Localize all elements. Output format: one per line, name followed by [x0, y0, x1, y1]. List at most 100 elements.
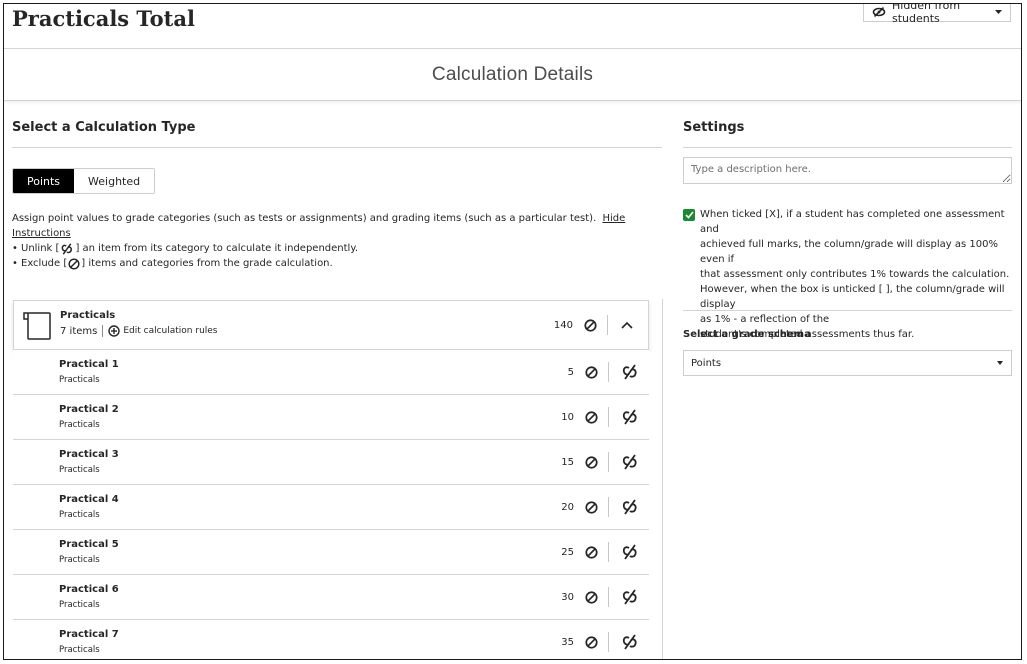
grade-item-list: Practicals 7 items Edit calculation rule…: [13, 300, 649, 659]
item-category: Practicals: [59, 375, 100, 385]
chevron-up-icon: [621, 321, 633, 329]
exclude-icon: [584, 455, 598, 469]
grade-item-row: Practical 2 Practicals 10: [13, 395, 649, 440]
unlink-icon: [622, 364, 637, 380]
item-actions: 10: [534, 395, 643, 439]
action-divider: [608, 407, 609, 427]
caret-down-icon: [997, 361, 1003, 365]
exclude-icon: [584, 545, 598, 559]
settings-panel: Settings When ticked [X], if a student h…: [683, 101, 1012, 659]
item-points: 30: [561, 591, 574, 603]
category-meta: 7 items Edit calculation rules: [60, 325, 218, 337]
full-marks-checkbox[interactable]: [683, 209, 695, 221]
item-actions: 25: [534, 530, 643, 574]
description-input[interactable]: [683, 157, 1012, 184]
action-divider: [608, 362, 609, 382]
instructions-text: Assign point values to grade categories …: [12, 213, 597, 224]
section-title: Calculation Details: [431, 63, 594, 85]
weighted-type-button[interactable]: Weighted: [74, 169, 155, 193]
full-marks-description: When ticked [X], if a student has comple…: [700, 209, 1010, 340]
exclude-item-button[interactable]: [578, 494, 604, 520]
grade-item-row: Practical 3 Practicals 15: [13, 440, 649, 485]
item-name: Practical 4: [59, 494, 119, 505]
exclude-icon: [583, 318, 597, 332]
exclude-item-button[interactable]: [578, 584, 604, 610]
divider: [683, 147, 1012, 148]
action-divider: [608, 542, 609, 562]
plus-circle-icon: [108, 325, 121, 337]
unlink-item-button[interactable]: [617, 539, 643, 565]
grade-item-row: Practical 4 Practicals 20: [13, 485, 649, 530]
unlink-icon: [622, 589, 637, 605]
item-points: 25: [561, 546, 574, 558]
settings-title: Settings: [683, 120, 745, 135]
grade-item-row: Practical 5 Practicals 25: [13, 530, 649, 575]
divider: [12, 147, 662, 148]
item-name: Practical 1: [59, 359, 119, 370]
item-category: Practicals: [59, 465, 100, 475]
item-category: Practicals: [59, 600, 100, 610]
exclude-item-button[interactable]: [578, 539, 604, 565]
item-actions: 30: [534, 575, 643, 619]
caret-down-icon: [995, 9, 1002, 14]
items-container: Practical 1 Practicals 5 Practical 2 Pra…: [13, 350, 649, 659]
column-divider: [662, 299, 663, 659]
exclude-item-button[interactable]: [578, 404, 604, 430]
grade-schema-value: Points: [691, 357, 722, 369]
item-points: 35: [561, 636, 574, 648]
calculation-type-title: Select a Calculation Type: [12, 120, 196, 135]
instruction-unlink: Unlink [ ] an item from its category to …: [12, 241, 662, 256]
category-items-count: 7 items: [60, 325, 98, 337]
app-frame: Practicals Total Hidden from students Ca…: [3, 3, 1022, 660]
category-name: Practicals: [60, 310, 116, 321]
item-points: 15: [561, 456, 574, 468]
unlink-item-button[interactable]: [617, 584, 643, 610]
item-name: Practical 6: [59, 584, 119, 595]
category-book-icon: [23, 312, 51, 340]
item-name: Practical 2: [59, 404, 119, 415]
unlink-item-button[interactable]: [617, 404, 643, 430]
category-row: Practicals 7 items Edit calculation rule…: [13, 300, 649, 350]
calculation-panel: Select a Calculation Type Points Weighte…: [12, 101, 664, 659]
exclude-category-button[interactable]: [577, 312, 603, 338]
action-divider: [607, 315, 608, 335]
exclude-icon: [584, 635, 598, 649]
action-divider: [608, 497, 609, 517]
unlink-icon: [622, 499, 637, 515]
check-icon: [684, 211, 694, 219]
visibility-label: Hidden from students: [892, 3, 961, 25]
visibility-dropdown[interactable]: Hidden from students: [863, 3, 1011, 25]
exclude-icon: [68, 257, 80, 270]
exclude-item-button[interactable]: [578, 449, 604, 475]
unlink-item-button[interactable]: [617, 359, 643, 385]
item-name: Practical 7: [59, 629, 119, 640]
item-actions: 20: [534, 485, 643, 529]
exclude-icon: [584, 590, 598, 604]
item-category: Practicals: [59, 645, 100, 655]
exclude-icon: [584, 500, 598, 514]
item-points: 10: [561, 411, 574, 423]
item-category: Practicals: [59, 420, 100, 430]
points-type-button[interactable]: Points: [13, 169, 75, 193]
eye-slash-icon: [872, 6, 886, 17]
item-points: 20: [561, 501, 574, 513]
grade-item-row: Practical 1 Practicals 5: [13, 350, 649, 395]
category-points: 140: [553, 319, 573, 331]
grade-schema-select[interactable]: Points: [683, 350, 1012, 376]
grade-item-row: Practical 6 Practicals 30: [13, 575, 649, 620]
calculation-type-toggle: Points Weighted: [12, 168, 156, 194]
item-actions: 5: [534, 350, 643, 394]
edit-calculation-rules-button[interactable]: Edit calculation rules: [108, 325, 218, 337]
unlink-item-button[interactable]: [617, 449, 643, 475]
item-category: Practicals: [59, 555, 100, 565]
unlink-item-button[interactable]: [617, 494, 643, 520]
exclude-item-button[interactable]: [578, 359, 604, 385]
unlink-item-button[interactable]: [617, 629, 643, 655]
top-bar: Practicals Total Hidden from students: [4, 4, 1021, 49]
item-name: Practical 5: [59, 539, 119, 550]
unlink-icon: [622, 634, 637, 650]
instruction-exclude: Exclude [ ] items and categories from th…: [12, 256, 662, 271]
grade-item-row: Practical 7 Practicals 35: [13, 620, 649, 659]
collapse-category-button[interactable]: [612, 310, 642, 340]
exclude-item-button[interactable]: [578, 629, 604, 655]
